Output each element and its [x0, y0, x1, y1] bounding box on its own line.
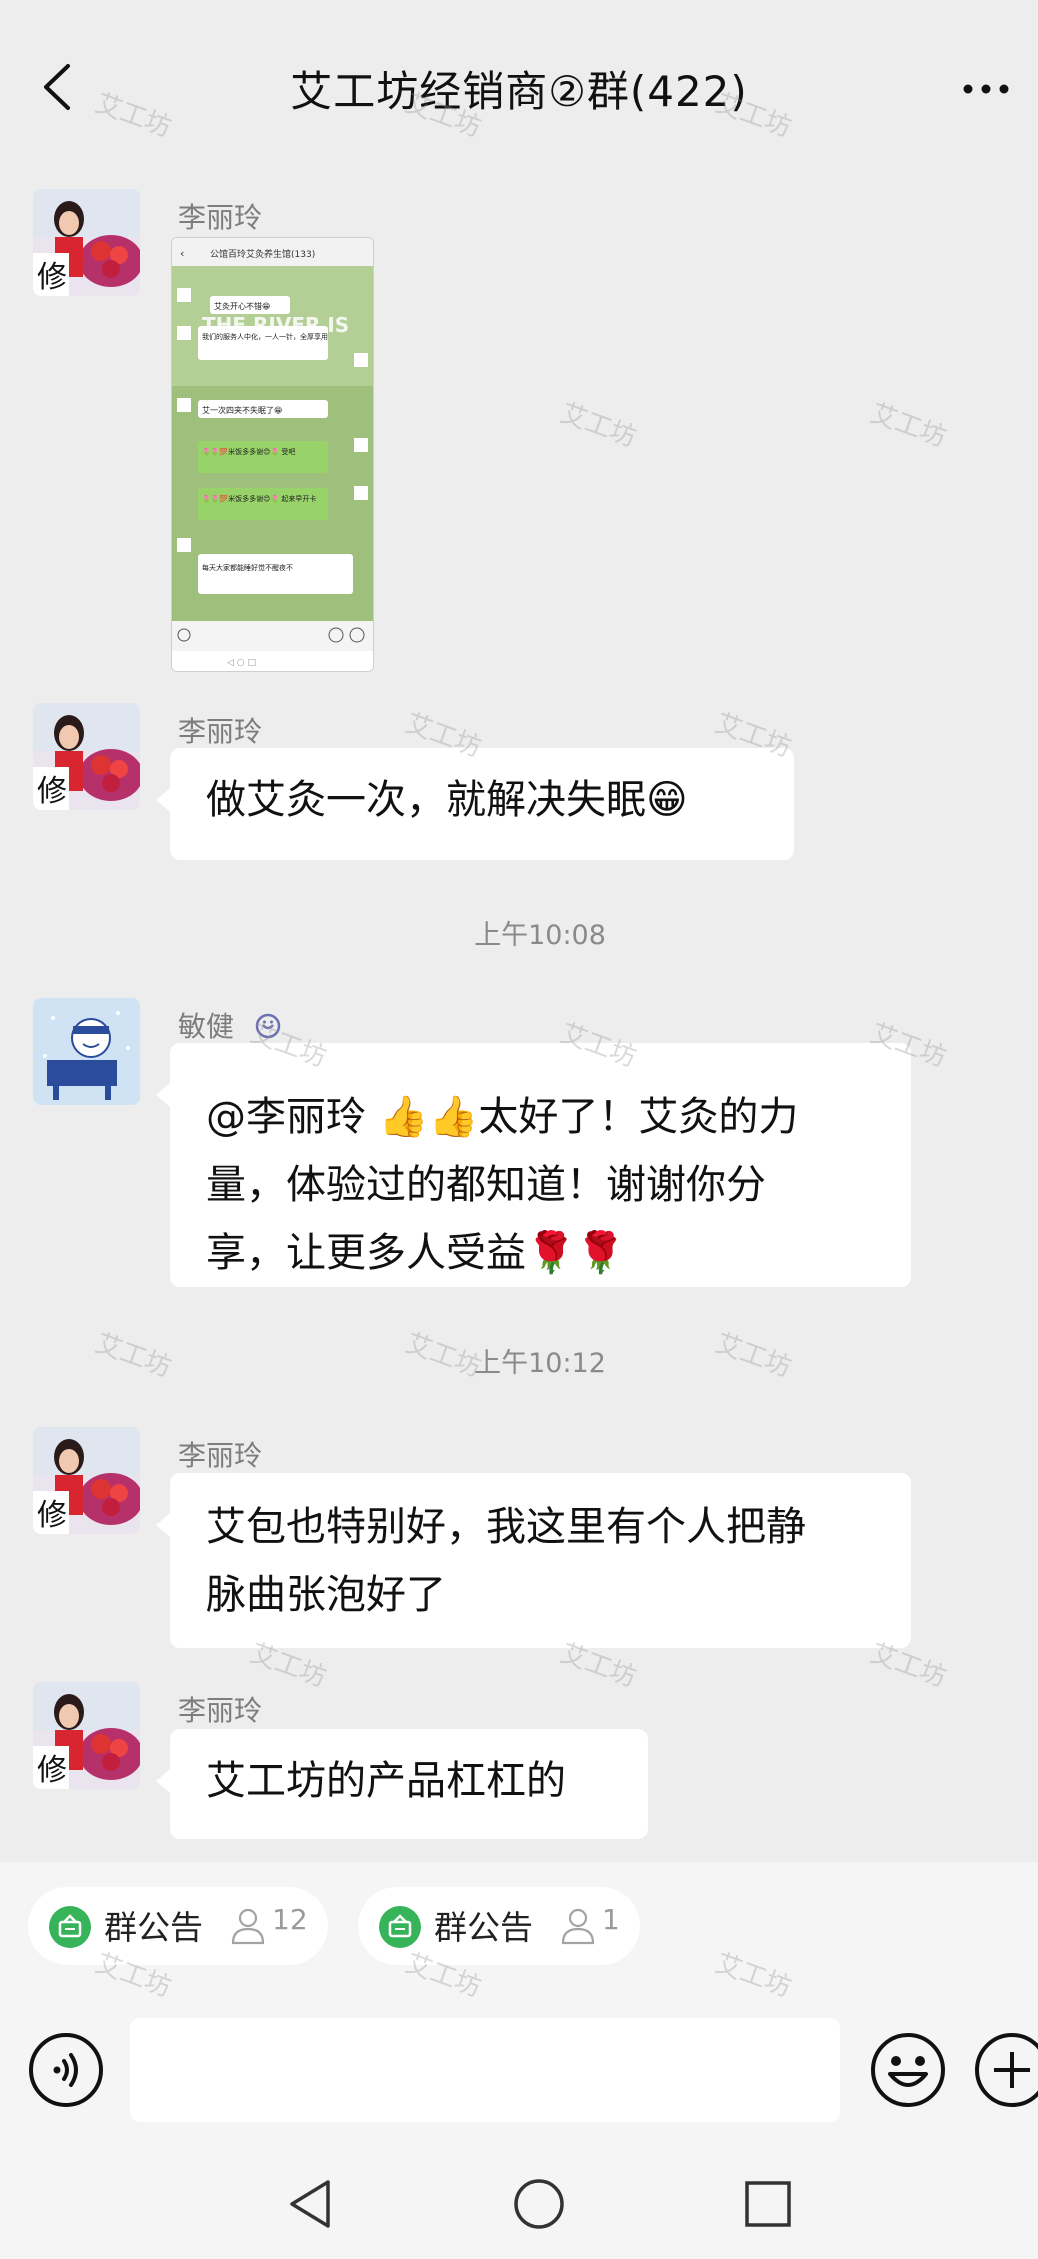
screenshot-image[interactable]: ‹ 公馆百玲艾灸养生馆(133) THE RIVER IS 艾灸开心不错😁 我们…	[171, 237, 374, 672]
sender-name: 李丽玲	[178, 715, 263, 748]
participant-count: 1	[602, 1903, 620, 1936]
voice-input-icon[interactable]	[26, 2030, 106, 2110]
announcement-chip-2[interactable]: 群公告 1	[358, 1887, 640, 1965]
thumb-line: 🌷🌷💯米饭多多谢😊🌷 受吧	[202, 447, 295, 456]
sender-name: 李丽玲	[178, 1694, 263, 1727]
thumb-line: 🌷🌷💯米饭多多谢😊🌷 起来早开卡	[202, 494, 316, 503]
sender-name: 李丽玲	[178, 1439, 263, 1472]
message-line: @李丽玲 👍👍太好了！艾灸的力	[206, 1094, 799, 1140]
nav-recents-icon[interactable]	[740, 2176, 796, 2232]
verified-badge-icon	[255, 1013, 281, 1039]
watermark: 艾工坊	[866, 398, 950, 454]
announcement-icon	[379, 1906, 421, 1948]
chat-header: 艾工坊经销商②群(422)	[0, 0, 1038, 175]
message-text: 艾工坊的产品杠杠的	[206, 1758, 566, 1804]
timestamp: 上午10:12	[474, 1348, 606, 1379]
sender-name: 敏健	[178, 1005, 281, 1045]
participant-count: 12	[272, 1903, 308, 1936]
thumb-title: 公馆百玲艾灸养生馆(133)	[210, 248, 315, 260]
announcement-label: 群公告	[434, 1908, 533, 1947]
announcement-chip-1[interactable]: 群公告 12	[28, 1887, 328, 1965]
svg-text:◁ ○ □: ◁ ○ □	[227, 658, 256, 668]
avatar-lililing[interactable]: 修	[33, 1427, 140, 1534]
message-bubble[interactable]: 做艾灸一次，就解决失眠😁	[156, 748, 794, 860]
nav-home-icon[interactable]	[511, 2176, 567, 2232]
avatar-minjian[interactable]	[33, 998, 140, 1105]
thumb-line: 艾灸开心不错😁	[214, 301, 270, 311]
sender-name: 李丽玲	[178, 201, 263, 234]
announcement-label: 群公告	[104, 1908, 203, 1947]
nav-back-icon[interactable]	[282, 2176, 338, 2232]
announcement-icon	[49, 1906, 91, 1948]
message-bubble[interactable]: @李丽玲 👍👍太好了！艾灸的力 量，体验过的都知道！谢谢你分 享，让更多人受益🌹…	[156, 1043, 911, 1287]
thumb-line: 每天大家都能睡好觉不醒夜不	[202, 563, 293, 572]
people-icon	[231, 1908, 265, 1945]
svg-text:修: 修	[37, 260, 67, 295]
watermark: 艾工坊	[556, 398, 640, 454]
add-more-icon[interactable]	[972, 2030, 1038, 2110]
more-options-icon[interactable]	[956, 62, 1016, 112]
thumb-line: 我们的服务人中化，一人一针，全厚享用	[202, 332, 328, 341]
message-line: 艾包也特别好，我这里有个人把静	[206, 1504, 806, 1550]
svg-text:修: 修	[37, 1753, 67, 1788]
avatar-lililing[interactable]: 修	[33, 189, 140, 296]
svg-text:修: 修	[37, 774, 67, 809]
people-icon	[561, 1908, 595, 1945]
sender-name-text: 敏健	[178, 1010, 235, 1043]
message-input[interactable]	[130, 2018, 840, 2122]
svg-text:‹: ‹	[180, 247, 184, 260]
message-bubble[interactable]: 艾包也特别好，我这里有个人把静 脉曲张泡好了	[156, 1473, 911, 1648]
message-line: 量，体验过的都知道！谢谢你分	[206, 1162, 766, 1208]
emoji-icon[interactable]	[868, 2030, 948, 2110]
message-text: 做艾灸一次，就解决失眠😁	[206, 777, 688, 823]
message-bubble[interactable]: 艾工坊的产品杠杠的	[156, 1729, 648, 1839]
svg-text:修: 修	[37, 1498, 67, 1533]
timestamp: 上午10:08	[474, 920, 606, 951]
avatar-lililing[interactable]: 修	[33, 1682, 140, 1789]
chat-title: 艾工坊经销商②群(422)	[290, 67, 748, 116]
message-line: 享，让更多人受益🌹🌹	[206, 1230, 626, 1276]
message-line: 脉曲张泡好了	[206, 1572, 446, 1618]
thumb-line: 艾一次四夹不失眠了😁	[202, 405, 282, 415]
avatar-lililing[interactable]: 修	[33, 703, 140, 810]
